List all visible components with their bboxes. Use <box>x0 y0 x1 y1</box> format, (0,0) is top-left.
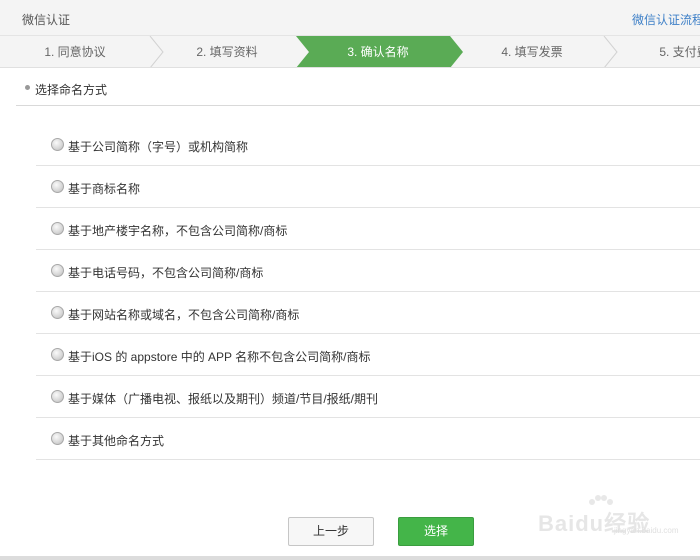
radio-button[interactable] <box>51 432 64 445</box>
watermark-url: jingyan.baidu.com <box>614 526 679 535</box>
top-bar: 微信认证 微信认证流程说 <box>0 0 700 36</box>
naming-option[interactable]: 基于其他命名方式 <box>36 418 700 460</box>
step-label: 5. 支付费用 <box>659 45 700 59</box>
step-fill-info: 2. 填写资料 <box>152 36 302 67</box>
option-label: 基于公司简称（字号）或机构简称 <box>68 140 249 154</box>
naming-option[interactable]: 基于商标名称 <box>36 166 700 208</box>
radio-button[interactable] <box>51 264 64 277</box>
radio-button[interactable] <box>51 222 64 235</box>
naming-option[interactable]: 基于媒体（广播电视、报纸以及期刊）频道/节目/报纸/期刊 <box>36 376 700 418</box>
section-header: 选择命名方式 <box>16 70 700 106</box>
radio-button[interactable] <box>51 138 64 151</box>
step-label: 1. 同意协议 <box>44 45 106 59</box>
step-fill-invoice: 4. 填写发票 <box>457 36 607 67</box>
naming-option[interactable]: 基于地产楼宇名称，不包含公司简称/商标 <box>36 208 700 250</box>
radio-button[interactable] <box>51 348 64 361</box>
option-label: 基于iOS 的 appstore 中的 APP 名称不包含公司简称/商标 <box>68 350 371 364</box>
progress-steps: 1. 同意协议 2. 填写资料 3. 确认名称 4. 填写发票 5. 支付费用 <box>0 36 700 68</box>
radio-button[interactable] <box>51 306 64 319</box>
radio-button[interactable] <box>51 180 64 193</box>
option-label: 基于地产楼宇名称，不包含公司简称/商标 <box>68 224 288 238</box>
previous-step-button[interactable]: 上一步 <box>288 517 374 546</box>
step-pay: 5. 支付费用 <box>615 36 700 67</box>
option-label: 基于媒体（广播电视、报纸以及期刊）频道/节目/报纸/期刊 <box>68 392 379 406</box>
select-button[interactable]: 选择 <box>398 517 474 546</box>
option-label: 基于其他命名方式 <box>68 434 165 448</box>
naming-option[interactable]: 基于iOS 的 appstore 中的 APP 名称不包含公司简称/商标 <box>36 334 700 376</box>
option-label: 基于商标名称 <box>68 182 141 196</box>
naming-option[interactable]: 基于公司简称（字号）或机构简称 <box>36 124 700 166</box>
naming-option[interactable]: 基于网站名称或域名，不包含公司简称/商标 <box>36 292 700 334</box>
naming-option[interactable]: 基于电话号码，不包含公司简称/商标 <box>36 250 700 292</box>
page-title: 微信认证 <box>22 13 71 27</box>
section-title: 选择命名方式 <box>35 83 108 97</box>
step-agree: 1. 同意协议 <box>0 36 150 67</box>
step-label: 2. 填写资料 <box>196 45 258 59</box>
certification-process-link[interactable]: 微信认证流程说 <box>632 11 700 28</box>
option-label: 基于网站名称或域名，不包含公司简称/商标 <box>68 308 300 322</box>
step-label: 3. 确认名称 <box>347 45 409 59</box>
step-confirm-name: 3. 确认名称 <box>303 36 453 67</box>
option-label: 基于电话号码，不包含公司简称/商标 <box>68 266 264 280</box>
baidu-watermark: Baidu经验 jingyan.baidu.com <box>538 494 688 536</box>
radio-button[interactable] <box>51 390 64 403</box>
bullet-icon <box>25 85 30 90</box>
bottom-divider <box>0 556 700 560</box>
naming-options-list: 基于公司简称（字号）或机构简称 基于商标名称 基于地产楼宇名称，不包含公司简称/… <box>36 124 700 460</box>
step-label: 4. 填写发票 <box>501 45 563 59</box>
